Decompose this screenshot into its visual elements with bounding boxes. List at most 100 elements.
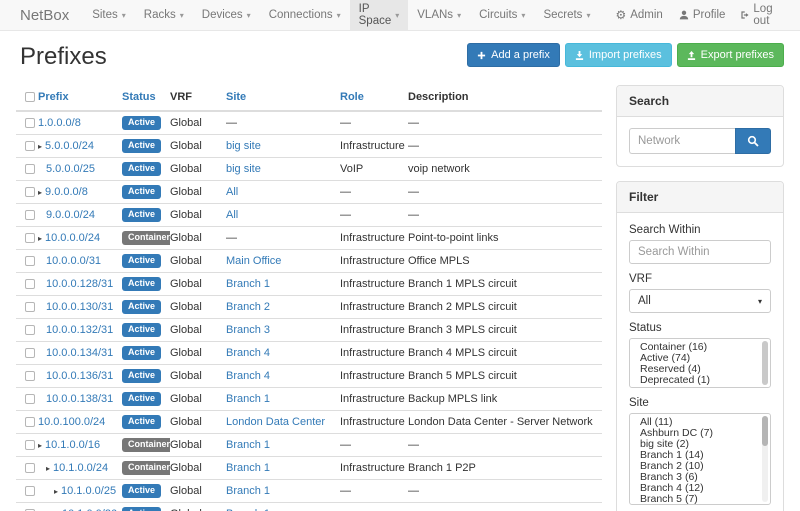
row-checkbox[interactable] [25,394,35,404]
role-cell: Infrastructure [340,411,408,434]
search-within-input[interactable] [629,240,771,264]
import-prefixes-button[interactable]: Import prefixes [565,43,672,67]
prefix-link[interactable]: 10.1.0.0/24 [53,462,108,474]
site-link[interactable]: Branch 2 [226,301,270,313]
vrf-label: VRF [629,273,771,285]
select-all-checkbox[interactable] [25,92,35,102]
row-checkbox[interactable] [25,256,35,266]
site-link[interactable]: All [226,209,238,221]
scrollbar-thumb[interactable] [762,341,768,385]
site-link[interactable]: Branch 1 [226,278,270,290]
nav-item-ip-space[interactable]: IP Space ▾ [350,0,409,30]
prefix-link[interactable]: 10.0.0.134/31 [46,347,113,359]
description-cell: — [408,434,602,457]
vrf-cell: Global [170,365,226,388]
vrf-cell: Global [170,273,226,296]
row-checkbox[interactable] [25,210,35,220]
column-header-prefix[interactable]: Prefix [38,85,122,111]
site-link[interactable]: Branch 1 [226,439,270,451]
row-checkbox[interactable] [25,417,35,427]
nav-item-devices[interactable]: Devices ▾ [193,0,260,30]
row-checkbox[interactable] [25,302,35,312]
export-prefixes-button[interactable]: Export prefixes [677,43,784,67]
nav-item-vlans[interactable]: VLANs ▾ [408,0,470,30]
prefix-link[interactable]: 5.0.0.0/25 [46,163,95,175]
profile-link[interactable]: Profile [679,9,726,21]
site-link[interactable]: London Data Center [226,416,325,428]
row-checkbox[interactable] [25,279,35,289]
scrollbar-thumb[interactable] [762,416,768,446]
row-checkbox[interactable] [25,233,35,243]
column-header-role[interactable]: Role [340,85,408,111]
prefix-link[interactable]: 10.1.0.0/16 [45,439,100,451]
prefix-link[interactable]: 5.0.0.0/24 [45,140,94,152]
site-link[interactable]: Branch 4 [226,370,270,382]
description-cell: Branch 5 MPLS circuit [408,365,602,388]
column-header-status[interactable]: Status [122,85,170,111]
row-checkbox[interactable] [25,118,35,128]
row-checkbox[interactable] [25,187,35,197]
row-checkbox[interactable] [25,348,35,358]
site-link[interactable]: big site [226,163,261,175]
prefix-link[interactable]: 10.0.0.132/31 [46,324,113,336]
row-checkbox[interactable] [25,325,35,335]
nav-item-label: Circuits [479,9,517,21]
prefix-link[interactable]: 10.0.0.138/31 [46,393,113,405]
site-link[interactable]: Branch 4 [226,347,270,359]
prefix-link[interactable]: 10.0.0.136/31 [46,370,113,382]
row-checkbox[interactable] [25,164,35,174]
site-cell: Branch 1 [226,503,340,511]
vrf-selected-value: All [638,295,651,307]
prefix-link[interactable]: 10.1.0.0/25 [61,485,116,497]
export-prefixes-label: Export prefixes [701,49,774,61]
expand-arrow-icon: ▸ [38,142,42,151]
site-link[interactable]: Branch 3 [226,324,270,336]
site-link[interactable]: Main Office [226,255,281,267]
listbox-option[interactable]: Deprecated (1) [630,375,770,386]
role-cell: — [340,204,408,227]
description-cell: Branch 2 MPLS circuit [408,296,602,319]
vrf-select[interactable]: All ▾ [629,289,771,313]
search-input[interactable] [629,128,735,154]
vrf-cell: Global [170,434,226,457]
role-cell: — [340,434,408,457]
status-listbox[interactable]: Container (16)Active (74)Reserved (4)Dep… [629,338,771,388]
row-checkbox[interactable] [25,486,35,496]
row-checkbox[interactable] [25,440,35,450]
site-link[interactable]: Branch 1 [226,462,270,474]
prefix-link[interactable]: 9.0.0.0/24 [46,209,95,221]
nav-item-circuits[interactable]: Circuits ▾ [470,0,534,30]
nav-item-secrets[interactable]: Secrets ▾ [534,0,599,30]
add-prefix-button[interactable]: Add a prefix [467,43,560,67]
brand-logo[interactable]: NetBox [0,0,83,30]
nav-item-connections[interactable]: Connections ▾ [260,0,350,30]
table-row: ▸10.0.0.0/31 Active Global Main Office I… [16,250,602,273]
table-row: ▸10.0.0.134/31 Active Global Branch 4 In… [16,342,602,365]
prefix-link[interactable]: 10.0.0.128/31 [46,278,113,290]
description-cell: — [408,181,602,204]
admin-link[interactable]: ⚙ Admin [615,9,662,21]
prefix-link[interactable]: 10.0.100.0/24 [38,416,105,428]
site-link[interactable]: All [226,186,238,198]
site-link[interactable]: big site [226,140,261,152]
prefix-link[interactable]: 10.0.0.130/31 [46,301,113,313]
prefix-link[interactable]: 10.0.0.0/24 [45,232,100,244]
row-checkbox[interactable] [25,463,35,473]
site-link[interactable]: Branch 1 [226,393,270,405]
table-row: ▸10.0.100.0/24 Active Global London Data… [16,411,602,434]
site-link[interactable]: Branch 1 [226,485,270,497]
row-checkbox[interactable] [25,371,35,381]
site-listbox[interactable]: All (11)Ashburn DC (7)big site (2)Branch… [629,413,771,505]
row-checkbox[interactable] [25,141,35,151]
prefix-link[interactable]: 10.0.0.0/31 [46,255,101,267]
search-button[interactable] [735,128,771,154]
prefix-link[interactable]: 1.0.0.0/8 [38,117,81,129]
status-badge: Active [122,392,161,406]
role-cell: Infrastructure [340,342,408,365]
expand-arrow-icon: ▸ [38,234,42,243]
nav-item-racks[interactable]: Racks ▾ [135,0,193,30]
nav-item-sites[interactable]: Sites ▾ [83,0,135,30]
column-header-site[interactable]: Site [226,85,340,111]
logout-link[interactable]: Log out [741,3,784,27]
prefix-link[interactable]: 9.0.0.0/8 [45,186,88,198]
